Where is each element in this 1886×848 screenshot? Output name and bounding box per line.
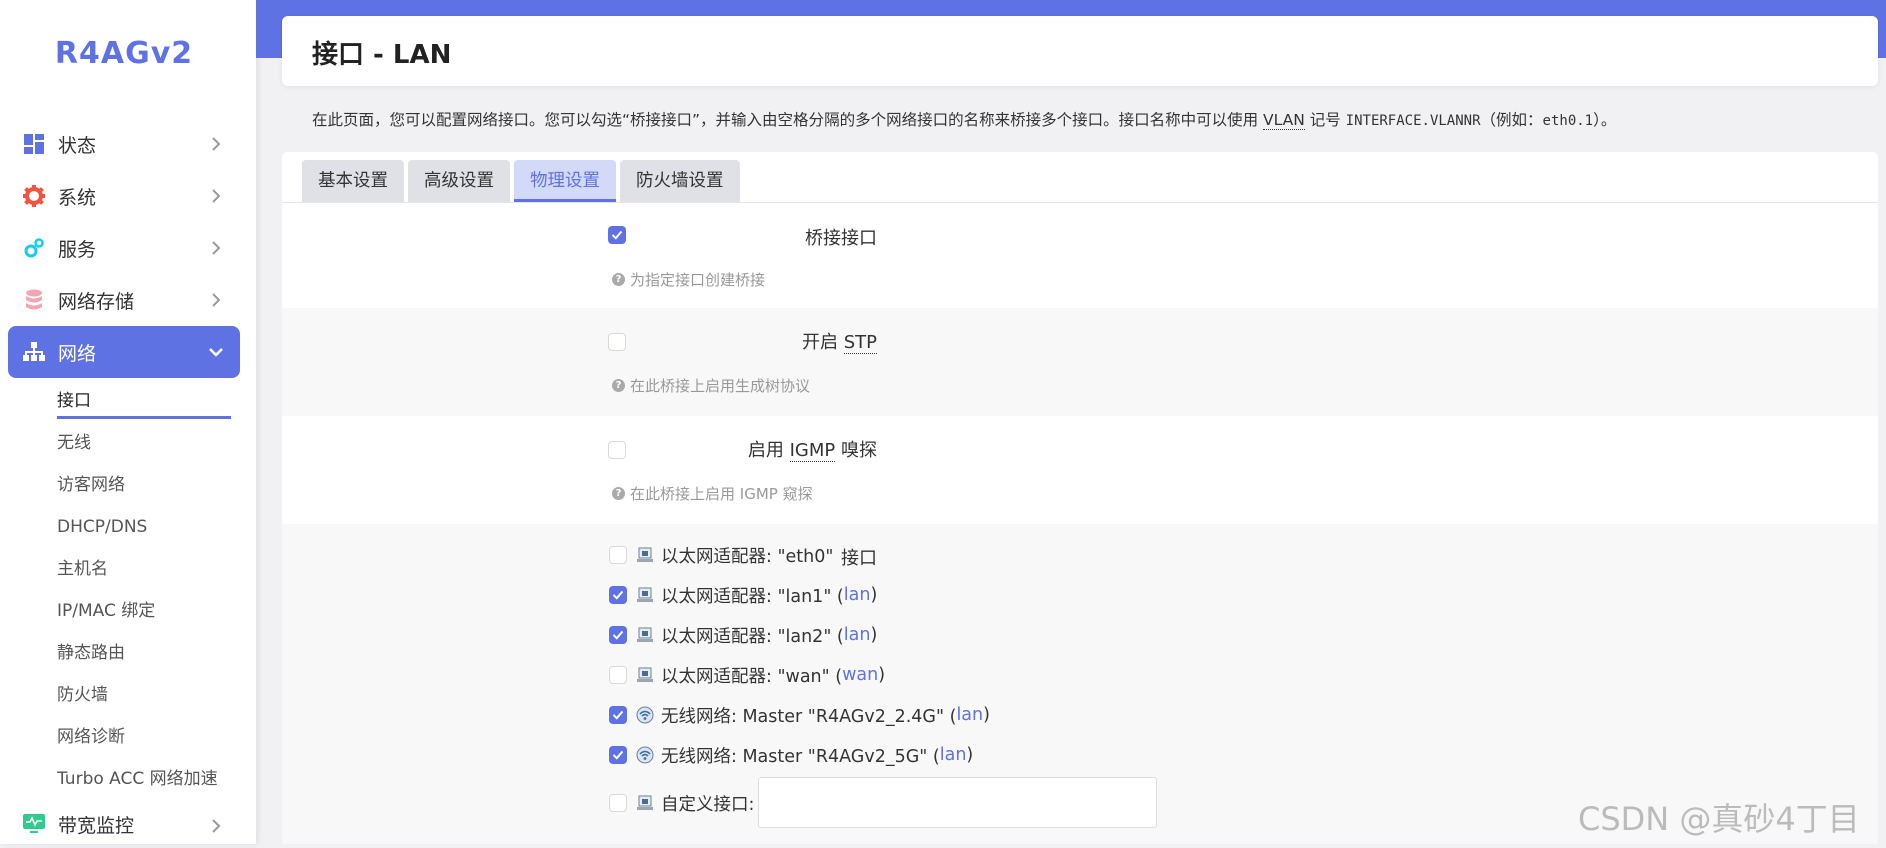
monitor-icon	[22, 812, 46, 836]
ethernet-icon	[635, 665, 655, 685]
chevron-right-icon	[206, 134, 226, 154]
tab-advanced-settings[interactable]: 高级设置	[408, 160, 510, 202]
interface-checkbox[interactable]	[609, 746, 627, 764]
igmp-label: 启用 IGMP 嗅探	[747, 440, 877, 462]
ethernet-icon	[635, 793, 655, 813]
submenu-item-interfaces[interactable]: 接口	[0, 380, 256, 422]
interface-option-custom[interactable]: 自定义接口:	[609, 791, 754, 815]
bridge-label: 桥接接口	[805, 228, 877, 249]
interface-option-eth0[interactable]: 以太网适配器: "eth0"	[609, 543, 833, 567]
chevron-down-icon	[206, 342, 226, 362]
tab-firewall-settings[interactable]: 防火墙设置	[620, 160, 740, 202]
chevron-right-icon	[206, 816, 226, 836]
sidebar: R4AGv2 状态 系统 服务 网络存储 网络 接口 无线 访客网络 DHCP/…	[0, 0, 256, 844]
settings-panel: 基本设置 高级设置 物理设置 防火墙设置 桥接接口 ? 为指定接口创建桥接 开启…	[282, 152, 1878, 844]
ethernet-icon	[635, 585, 655, 605]
interface-option-wifi-5g[interactable]: 无线网络: Master "R4AGv2_5G" (lan)	[609, 743, 973, 767]
network-link[interactable]: lan	[844, 625, 871, 645]
igmp-row: 启用 IGMP 嗅探 ? 在此桥接上启用 IGMP 窥探	[282, 416, 1878, 524]
brand-logo[interactable]: R4AGv2	[0, 36, 248, 71]
network-link[interactable]: lan	[844, 585, 871, 605]
watermark-text: CSDN @真砂4丁目	[1578, 800, 1860, 838]
database-icon	[22, 288, 46, 312]
question-icon: ?	[612, 379, 625, 392]
sidebar-item-status[interactable]: 状态	[8, 118, 240, 170]
tab-basic-settings[interactable]: 基本设置	[302, 160, 404, 202]
stp-checkbox[interactable]	[608, 333, 626, 351]
submenu-item-wireless[interactable]: 无线	[0, 422, 256, 464]
sidebar-item-network[interactable]: 网络	[8, 326, 240, 378]
chevron-right-icon	[206, 238, 226, 258]
sidebar-item-label: 带宽监控	[58, 814, 135, 837]
wifi-icon	[635, 705, 655, 725]
submenu-item-dhcp-dns[interactable]: DHCP/DNS	[0, 506, 256, 548]
sidebar-item-system[interactable]: 系统	[8, 170, 240, 222]
chevron-right-icon	[206, 290, 226, 310]
cogs-icon	[22, 236, 46, 260]
submenu-item-firewall[interactable]: 防火墙	[0, 674, 256, 716]
stp-label: 开启 STP	[801, 332, 877, 354]
question-icon: ?	[612, 273, 625, 286]
question-icon: ?	[612, 487, 625, 500]
sidebar-item-label: 服务	[58, 238, 97, 261]
interface-option-lan1[interactable]: 以太网适配器: "lan1" (lan)	[609, 583, 877, 607]
network-link[interactable]: wan	[842, 665, 878, 685]
interface-checkbox[interactable]	[609, 666, 627, 684]
interface-option-lan2[interactable]: 以太网适配器: "lan2" (lan)	[609, 623, 877, 647]
custom-interface-input[interactable]	[758, 777, 1157, 828]
interface-checkbox[interactable]	[609, 546, 627, 564]
vlan-abbr: VLAN	[1263, 111, 1305, 130]
ethernet-icon	[635, 625, 655, 645]
page-title: 接口 - LAN	[312, 40, 452, 70]
sidebar-item-label: 网络	[58, 342, 97, 365]
chevron-right-icon	[206, 186, 226, 206]
bridge-checkbox[interactable]	[608, 226, 626, 244]
submenu-item-diagnostics[interactable]: 网络诊断	[0, 716, 256, 758]
stp-hint: ? 在此桥接上启用生成树协议	[612, 375, 810, 396]
interfaces-label: 接口	[841, 548, 877, 569]
bridge-hint: ? 为指定接口创建桥接	[612, 269, 765, 290]
page-description: 在此页面，您可以配置网络接口。您可以勾选“桥接接口”，并输入由空格分隔的多个网络…	[312, 111, 1617, 130]
sidebar-item-label: 状态	[58, 134, 97, 157]
network-link[interactable]: lan	[956, 705, 983, 725]
submenu-item-turbo-acc[interactable]: Turbo ACC 网络加速	[0, 758, 256, 800]
dashboard-icon	[22, 132, 46, 156]
igmp-hint: ? 在此桥接上启用 IGMP 窥探	[612, 483, 813, 504]
tab-bar: 基本设置 高级设置 物理设置 防火墙设置	[302, 160, 744, 202]
tab-physical-settings[interactable]: 物理设置	[514, 160, 616, 202]
network-submenu: 接口 无线 访客网络 DHCP/DNS 主机名 IP/MAC 绑定 静态路由 防…	[0, 380, 256, 800]
sidebar-menu: 状态 系统 服务 网络存储 网络 接口 无线 访客网络 DHCP/DNS 主机名…	[0, 118, 256, 848]
submenu-item-static-routes[interactable]: 静态路由	[0, 632, 256, 674]
interface-checkbox[interactable]	[609, 586, 627, 604]
wifi-icon	[635, 745, 655, 765]
interface-checkbox[interactable]	[609, 626, 627, 644]
igmp-checkbox[interactable]	[608, 441, 626, 459]
network-link[interactable]: lan	[940, 745, 967, 765]
interface-option-wifi-2g[interactable]: 无线网络: Master "R4AGv2_2.4G" (lan)	[609, 703, 990, 727]
interface-option-wan[interactable]: 以太网适配器: "wan" (wan)	[609, 663, 885, 687]
submenu-item-ip-mac-binding[interactable]: IP/MAC 绑定	[0, 590, 256, 632]
interface-checkbox[interactable]	[609, 794, 627, 812]
title-card: 接口 - LAN	[282, 16, 1878, 86]
sidebar-item-services[interactable]: 服务	[8, 222, 240, 274]
ethernet-icon	[635, 545, 655, 565]
sidebar-item-label: 系统	[58, 186, 97, 209]
bridge-row: 桥接接口 ? 为指定接口创建桥接	[282, 203, 1878, 308]
sidebar-item-bandwidth[interactable]: 带宽监控	[8, 800, 240, 848]
stp-row: 开启 STP ? 在此桥接上启用生成树协议	[282, 308, 1878, 416]
gear-icon	[22, 184, 46, 208]
network-icon	[22, 340, 46, 364]
submenu-item-guest-network[interactable]: 访客网络	[0, 464, 256, 506]
sidebar-item-storage[interactable]: 网络存储	[8, 274, 240, 326]
submenu-item-hostnames[interactable]: 主机名	[0, 548, 256, 590]
sidebar-item-label: 网络存储	[58, 290, 135, 313]
interface-checkbox[interactable]	[609, 706, 627, 724]
